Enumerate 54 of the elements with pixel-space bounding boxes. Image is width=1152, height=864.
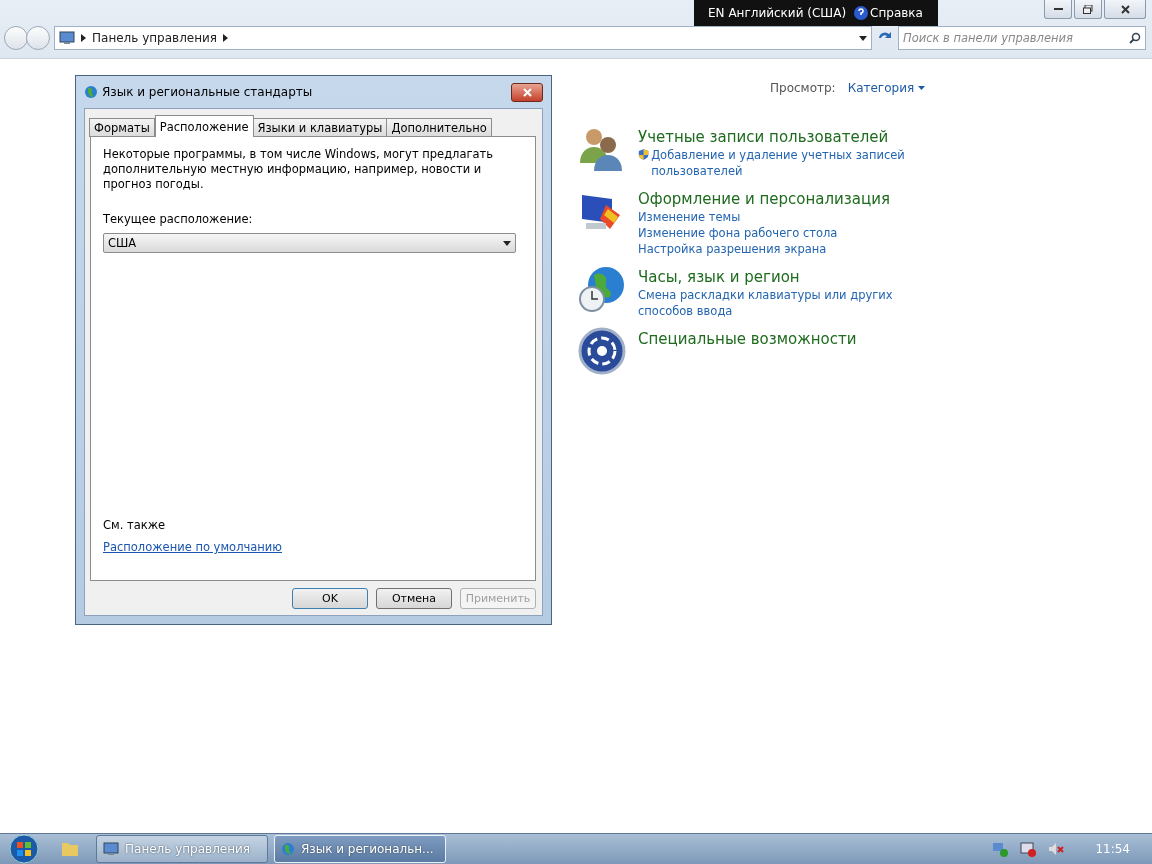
category-link[interactable]: Изменение фона рабочего стола (638, 225, 838, 241)
minimize-button[interactable] (1044, 0, 1072, 19)
globe-icon (84, 85, 98, 99)
dialog-title: Язык и региональные стандарты (102, 85, 313, 99)
close-icon (1120, 4, 1130, 14)
category-title[interactable]: Часы, язык и регион (638, 267, 928, 287)
view-dropdown[interactable]: Категория (847, 81, 926, 95)
close-button[interactable] (1104, 0, 1146, 19)
category-link[interactable]: Изменение темы (638, 209, 741, 225)
view-label: Просмотр: (770, 81, 836, 95)
dropdown-icon (503, 240, 511, 246)
default-location-link[interactable]: Расположение по умолчанию (103, 540, 523, 554)
minimize-icon (1053, 7, 1063, 11)
tab[interactable]: Форматы (89, 118, 155, 137)
tab[interactable]: Расположение (154, 115, 254, 137)
search-icon (1129, 32, 1141, 44)
chevron-icon (81, 34, 86, 42)
dropdown-icon (918, 86, 926, 90)
close-button[interactable] (511, 82, 543, 102)
category-title[interactable]: Оформление и персонализация (638, 189, 928, 209)
forward-button[interactable] (26, 26, 50, 50)
restore-button[interactable] (1074, 0, 1102, 19)
restore-icon (1083, 4, 1093, 14)
category-link[interactable]: Добавление и удаление учетных записей пользователей (651, 147, 928, 179)
location-label: Текущее расположение: (103, 212, 254, 226)
see-also-label: См. также (103, 518, 167, 532)
back-button[interactable] (4, 26, 28, 50)
help-icon[interactable] (854, 6, 869, 20)
category-title[interactable]: Учетные записи пользователей (638, 127, 928, 147)
tab[interactable]: Дополнительно (386, 118, 492, 137)
globe-clock-icon (578, 265, 626, 313)
control-panel-icon (59, 31, 75, 45)
tab[interactable]: Языки и клавиатуры (252, 118, 388, 137)
category-link[interactable]: Настройка разрешения экрана (638, 241, 827, 257)
category-link[interactable]: Смена раскладки клавиатуры или других способов ввода (638, 287, 928, 319)
action-center-icon[interactable] (1019, 841, 1038, 857)
description-text: Некоторые программы, в том числе Windows, могут предлагать дополнительную местную информацию, например, новости и прогноз погоды. (103, 147, 495, 192)
dropdown-icon (859, 35, 867, 41)
help-label[interactable]: Справка (870, 6, 923, 20)
location-dropdown[interactable]: США (103, 233, 516, 253)
control-panel-icon (103, 842, 119, 856)
globe-icon (281, 842, 295, 856)
taskbar-button[interactable]: Язык и региональн... (274, 835, 446, 863)
search-field[interactable]: Поиск в панели управления (898, 26, 1146, 50)
language-indicator[interactable]: EN Английский (США) (708, 6, 847, 20)
breadcrumb[interactable]: Панель управления (92, 31, 218, 45)
chevron-icon (223, 34, 229, 42)
close-icon (522, 87, 532, 97)
accessibility-icon (578, 327, 626, 375)
category-title[interactable]: Специальные возможности (638, 329, 928, 349)
dialog-button[interactable]: Отмена (376, 588, 452, 609)
address-bar[interactable]: Панель управления (54, 26, 872, 50)
volume-muted-icon[interactable] (1047, 841, 1066, 857)
dialog-button[interactable]: OK (292, 588, 368, 609)
